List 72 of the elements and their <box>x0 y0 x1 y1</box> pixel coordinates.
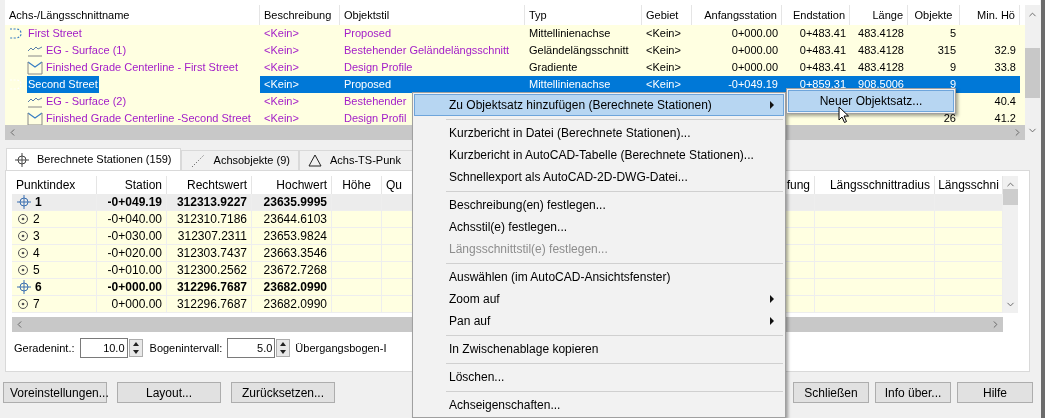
table-cell-text: -0+020.00 <box>107 245 162 262</box>
table-cell-text: <Kein> <box>264 60 299 76</box>
table-cell-text: -0+040.00 <box>107 211 162 228</box>
table-cell-text: 0+000.00 <box>731 26 778 42</box>
table-cell-text: Mittellinienachse <box>529 26 611 42</box>
table-cell-text: 5 <box>949 26 956 42</box>
table-cell-text: Geländelängsschnitt <box>529 43 629 59</box>
table-cell-text: 483.4128 <box>858 26 904 42</box>
table-cell-text: 23682.0990 <box>263 279 327 296</box>
table-cell-text: 0+000.00 <box>731 43 778 59</box>
table-cell-text: 23682.0990 <box>263 296 327 313</box>
table-cell-text: <Kein> <box>646 60 681 76</box>
table-cell-text: 908.5006 <box>858 77 904 93</box>
table-cell-text: 23635.9995 <box>263 194 327 211</box>
table-cell-text: 0+000.00 <box>731 60 778 76</box>
table-cell-text: 4 <box>33 245 40 262</box>
field-label: Übergangsbogen-I <box>295 340 387 356</box>
table-cell-text: 0+000.00 <box>111 296 162 313</box>
table-cell-text: -0+000.00 <box>107 279 162 296</box>
table-cell-text: -0+049.19 <box>107 194 162 211</box>
table-cell-text: Proposed <box>344 26 392 42</box>
table-cell-text: 0+483.41 <box>799 43 846 59</box>
table-cell-text: <Kein> <box>646 77 681 93</box>
table-cell-text: <Kein> <box>646 43 681 59</box>
table-cell-text: 41.2 <box>994 111 1016 125</box>
table-cell-text: Mittellinienachse <box>529 77 611 93</box>
table-cell-text: <Kein> <box>264 111 299 125</box>
field-label: Geradenint.: <box>14 340 75 356</box>
table-cell-text: 5 <box>33 262 40 279</box>
table-cell-text: 23672.7268 <box>263 262 327 279</box>
table-cell-text: Gradiente <box>529 60 578 76</box>
table-cell-text: 32.9 <box>994 43 1016 59</box>
table-cell-text: 7 <box>33 296 40 313</box>
table-cell-text: 0+859.31 <box>799 77 846 93</box>
table-cell-text: 312313.9227 <box>176 194 247 211</box>
table-cell-text: 483.4128 <box>858 43 904 59</box>
table-cell-text: 315 <box>937 43 956 59</box>
table-cell-text: <Kein> <box>264 26 299 42</box>
table-cell-text: Proposed <box>344 77 392 93</box>
table-cell-text: <Kein> <box>646 26 681 42</box>
field-label: Bogenintervall: <box>149 340 223 356</box>
table-cell-text: 0+483.41 <box>799 60 846 76</box>
table-cell-text: 6 <box>35 279 42 296</box>
table-cell-text: 33.8 <box>994 60 1016 76</box>
table-cell-text: <Kein> <box>264 94 299 110</box>
table-cell-text: Bestehender <box>344 94 407 110</box>
table-cell-text: 40.4 <box>994 94 1016 110</box>
table-cell-text: 312307.2311 <box>177 228 247 245</box>
table-cell-text: Design Profil <box>344 111 407 125</box>
table-cell-text: -0+049.19 <box>728 77 778 93</box>
table-cell-text: 312300.2562 <box>176 262 247 279</box>
table-cell-text: 9 <box>949 77 956 93</box>
table-cell-text: -0+010.00 <box>107 262 162 279</box>
table-cell-text: 312303.7437 <box>176 245 247 262</box>
table-cell-text: -0+030.00 <box>107 228 162 245</box>
table-cell-text: 9 <box>949 60 956 76</box>
table-cell-text: 23644.6103 <box>263 211 327 228</box>
table-cell-text: 2 <box>33 211 40 228</box>
table-cell-text: 1 <box>35 194 42 211</box>
table-cell-text: 312310.7186 <box>176 211 247 228</box>
table-cell-text: 312296.7687 <box>176 279 247 296</box>
table-cell-text: 23653.9824 <box>263 228 327 245</box>
table-cell-text: 0+483.41 <box>799 26 846 42</box>
table-cell-text: 3 <box>33 228 40 245</box>
table-cell-text: Design Profile <box>344 60 413 76</box>
table-cell-text: 483.4128 <box>858 60 904 76</box>
table-cell-text: Bestehender Geländelängsschnitt <box>344 43 510 59</box>
table-cell-text: 312296.7687 <box>176 296 247 313</box>
table-cell-text: 26 <box>943 111 956 125</box>
table-cell-text: <Kein> <box>264 77 299 93</box>
table-cell-text: 23663.3546 <box>263 245 327 262</box>
table-cell-text: <Kein> <box>264 43 299 59</box>
